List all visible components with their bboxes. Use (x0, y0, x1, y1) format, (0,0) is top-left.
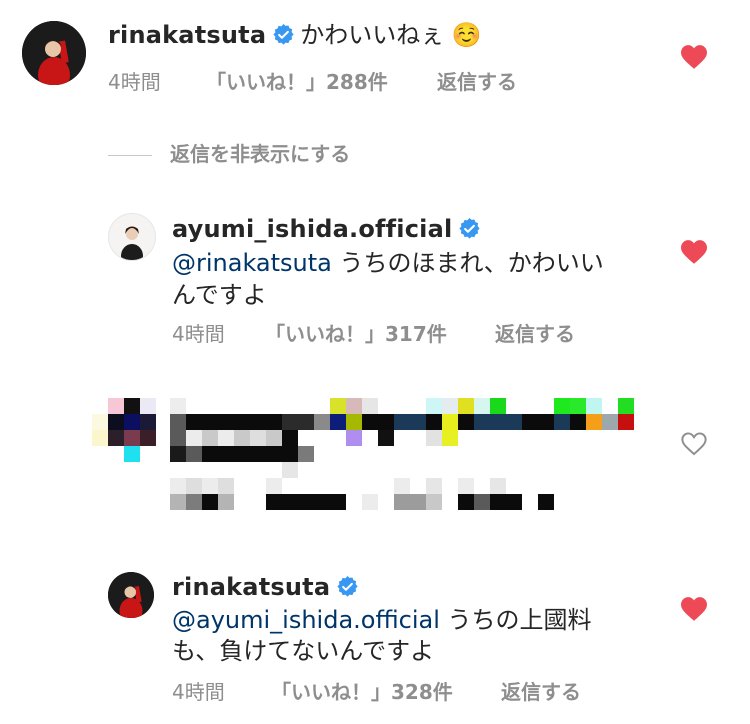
avatar-rinakatsuta[interactable] (108, 572, 154, 618)
divider-line (108, 155, 152, 156)
username-rinakatsuta[interactable]: rinakatsuta (108, 21, 266, 49)
reply-1-reply-button[interactable]: 返信する (495, 321, 575, 347)
reply-2-header: rinakatsuta (172, 570, 364, 604)
avatar-ayumi-ishida[interactable] (108, 213, 156, 261)
reply-1-text: うちのほまれ、かわいい (331, 249, 604, 277)
reply-1-text-line2: んですよ (172, 278, 267, 312)
mention-rinakatsuta[interactable]: @rinakatsuta (172, 249, 332, 277)
reply-2-text-line2: も、負けてないんですよ (172, 634, 434, 668)
username-ayumi-ishida[interactable]: ayumi_ishida.official (172, 215, 452, 243)
comment-1-likes[interactable]: 「いいね！」288件 (206, 69, 388, 95)
reply-1-likes[interactable]: 「いいね！」317件 (265, 321, 447, 347)
hide-replies-label: 返信を非表示にする (170, 142, 351, 166)
reply-1-text-line1: @rinakatsuta うちのほまれ、かわいい (172, 246, 604, 280)
mention-ayumi-ishida[interactable]: @ayumi_ishida.official (172, 606, 440, 634)
heart-filled-icon[interactable] (681, 240, 707, 264)
heart-filled-icon[interactable] (681, 45, 707, 69)
heart-outline-icon[interactable] (681, 432, 707, 456)
pixelated-avatar (92, 398, 158, 468)
pixelated-reply-content (170, 398, 640, 518)
comment-1-time: 4時間 (108, 70, 161, 94)
reply-2-time: 4時間 (172, 680, 225, 704)
reply-2-likes[interactable]: 「いいね！」328件 (271, 679, 453, 705)
avatar-rinakatsuta[interactable] (22, 21, 86, 85)
hide-replies-toggle[interactable]: 返信を非表示にする (108, 141, 350, 167)
reply-2-text: うちの上國料 (439, 606, 592, 634)
reply-1-text-continued: んですよ (172, 281, 267, 309)
reply-2-reply-button[interactable]: 返信する (501, 679, 581, 705)
verified-badge-icon (337, 576, 358, 597)
comment-1-body: rinakatsuta かわいいねぇ ☺️ (108, 18, 482, 52)
reply-1-time: 4時間 (172, 322, 225, 346)
comment-1-reply-button[interactable]: 返信する (437, 69, 517, 95)
heart-filled-icon[interactable] (681, 597, 707, 621)
comment-1-text: かわいいねぇ ☺️ (300, 21, 482, 49)
username-rinakatsuta[interactable]: rinakatsuta (172, 573, 330, 601)
verified-badge-icon (459, 218, 480, 239)
reply-2-text-line1: @ayumi_ishida.official うちの上國料 (172, 603, 592, 637)
reply-2-text-continued: も、負けてないんですよ (172, 637, 435, 665)
reply-1-header: ayumi_ishida.official (172, 212, 486, 246)
verified-badge-icon (273, 24, 294, 45)
